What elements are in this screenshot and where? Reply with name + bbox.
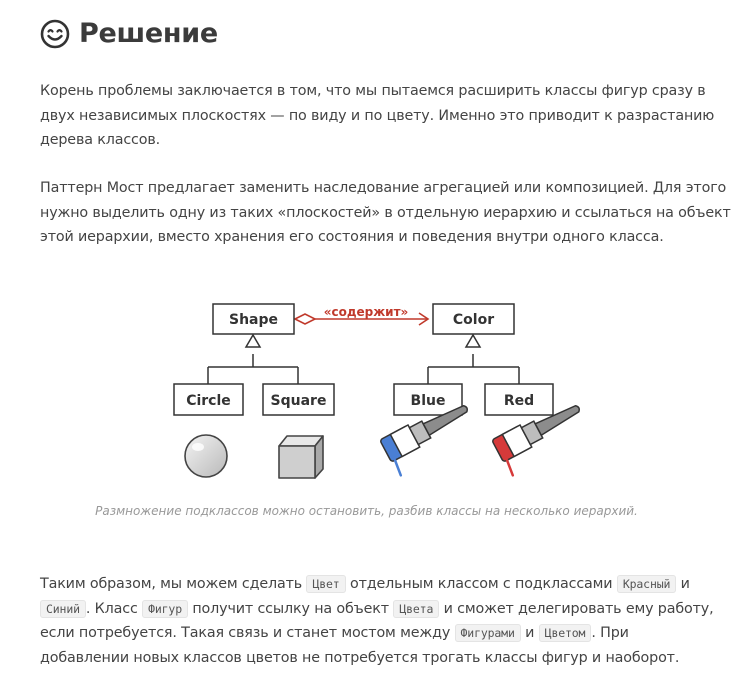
svg-text:Red: Red: [504, 393, 534, 409]
text-line: если потребуется. Такая связь и станет м…: [40, 624, 629, 642]
text-line: двух независимых плоскостях — по виду и …: [40, 107, 715, 124]
section-heading: Решение: [40, 18, 218, 49]
svg-text:Color: Color: [453, 312, 494, 328]
class-square: Square: [262, 383, 335, 416]
cube-icon: [278, 435, 324, 479]
paragraph-bridge: Паттерн Мост предлагает заменить наследо…: [40, 176, 731, 250]
class-color: Color: [432, 303, 515, 335]
inline-code: Красный: [616, 575, 677, 593]
figure-caption: Размножение подклассов можно остановить,…: [95, 504, 638, 518]
text-line: добавлении новых классов цветов не потре…: [40, 649, 680, 666]
class-circle: Circle: [173, 383, 244, 416]
inheritance-left: [207, 354, 299, 384]
class-red: Red: [484, 383, 554, 416]
paragraph-problem: Корень проблемы заключается в том, что м…: [40, 79, 715, 153]
text-line: этой иерархии, вместо хранения его состо…: [40, 229, 664, 245]
inheritance-right: [427, 354, 520, 384]
text-line: Корень проблемы заключается в том, что м…: [40, 83, 706, 99]
smiley-icon: [40, 19, 70, 48]
inline-code: Цвет: [306, 575, 346, 593]
class-diagram: «содержит» Shape Color Circle Square Blu…: [173, 303, 580, 479]
text-line: дерева классов.: [40, 132, 161, 148]
class-shape: Shape: [212, 303, 295, 335]
section-title: Решение: [79, 18, 218, 49]
svg-text:Circle: Circle: [186, 393, 231, 409]
svg-text:Blue: Blue: [411, 393, 446, 409]
inheritance-arrow-shape: [244, 333, 262, 348]
aggregation-relation: «содержит»: [293, 305, 430, 326]
inline-code: Цветом: [538, 624, 592, 642]
inline-code: Цвета: [393, 599, 440, 618]
text-line: нужно выделить одну из таких «плоскостей…: [40, 204, 731, 221]
text-line: Синий. Класс Фигур получит ссылку на объ…: [40, 597, 714, 622]
svg-text:Square: Square: [271, 393, 327, 409]
inline-code: Фигур: [142, 599, 188, 618]
sphere-icon: [184, 434, 228, 478]
text-line: Паттерн Мост предлагает заменить наследо…: [40, 180, 727, 196]
paragraph-solution: Таким образом, мы можем сделать Цвет отд…: [40, 572, 714, 670]
text-line: Таким образом, мы можем сделать Цвет отд…: [40, 575, 690, 593]
inline-code: Синий: [40, 599, 86, 618]
svg-text:Shape: Shape: [229, 312, 278, 328]
inline-code: Фигурами: [454, 624, 521, 642]
relation-label: «содержит»: [324, 305, 409, 319]
inheritance-arrow-color: [464, 333, 482, 348]
